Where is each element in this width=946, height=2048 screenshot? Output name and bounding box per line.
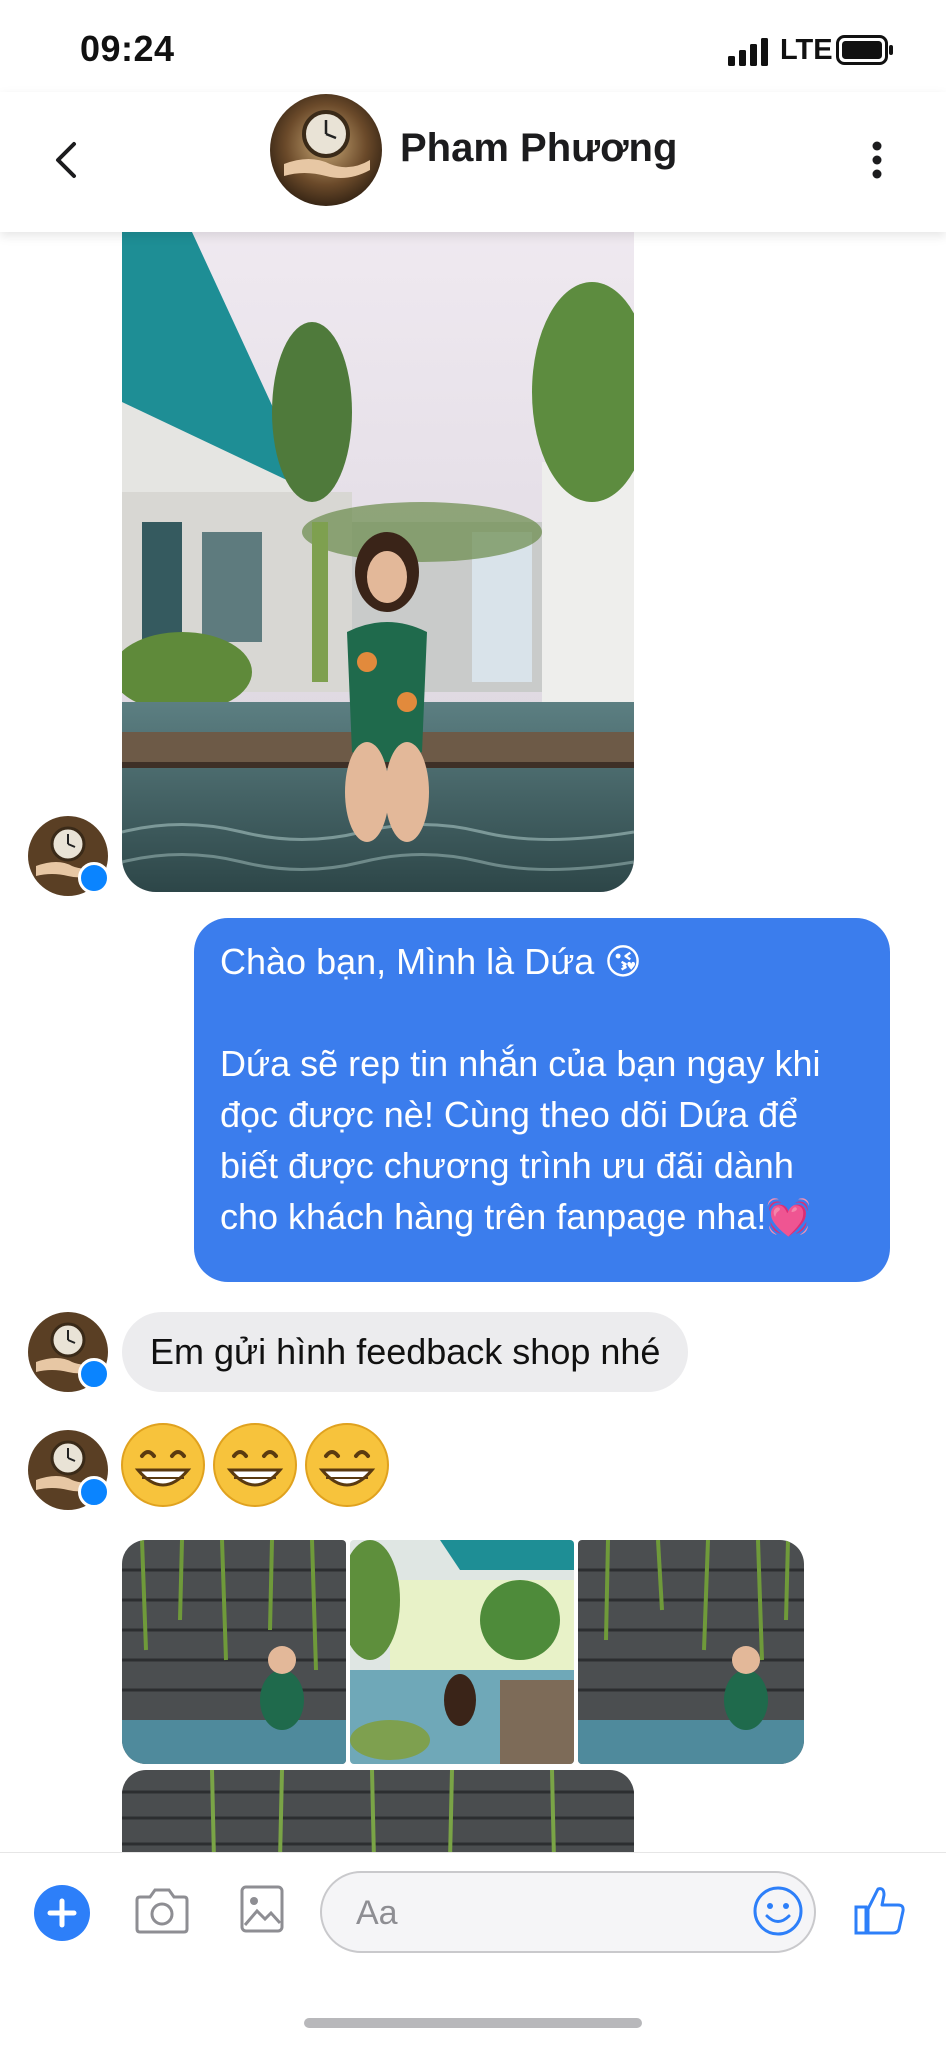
thumbs-up-icon[interactable]	[854, 1883, 906, 1937]
gallery-icon[interactable]	[240, 1883, 284, 1935]
message-line: cho khách hàng trên fanpage nha!💓	[220, 1196, 812, 1237]
messenger-badge-icon	[78, 1476, 110, 1508]
shared-photo-stone-wall-3[interactable]	[122, 1770, 634, 1852]
message-thread[interactable]: Chào bạn, Mình là Dứa 😘 Dứa sẽ rep tin n…	[0, 232, 946, 1852]
shared-photo-stone-wall-2[interactable]	[578, 1540, 804, 1764]
more-options-icon[interactable]	[862, 132, 892, 188]
contact-avatar[interactable]	[270, 94, 382, 206]
incoming-message-bubble[interactable]: Em gửi hình feedback shop nhé	[122, 1312, 689, 1392]
message-input[interactable]	[354, 1873, 738, 1953]
status-bar: 09:24 LTE	[0, 0, 946, 100]
message-composer	[0, 1852, 946, 1973]
grinning-face-icon	[121, 1423, 205, 1507]
conversation-header: Pham Phương	[0, 92, 946, 232]
contact-name[interactable]: Pham Phương	[400, 126, 677, 171]
status-time: 09:24	[80, 28, 175, 69]
shared-photo-stone-wall[interactable]	[122, 1540, 346, 1764]
camera-icon[interactable]	[134, 1885, 190, 1935]
emoji-picker-icon[interactable]	[752, 1885, 804, 1937]
messenger-badge-icon	[78, 1358, 110, 1390]
home-indicator[interactable]	[304, 2018, 642, 2028]
message-input-field[interactable]	[320, 1871, 816, 1953]
messenger-badge-icon	[78, 862, 110, 894]
message-line: Dứa sẽ rep tin nhắn của bạn ngay khi	[220, 1043, 821, 1084]
grinning-face-icon	[213, 1423, 297, 1507]
outgoing-message-bubble[interactable]: Chào bạn, Mình là Dứa 😘 Dứa sẽ rep tin n…	[194, 918, 890, 1282]
more-actions-button[interactable]	[34, 1885, 90, 1941]
back-chevron-icon[interactable]	[50, 132, 82, 188]
message-line: đọc được nè! Cùng theo dõi Dứa để	[220, 1094, 799, 1135]
message-line: biết được chương trình ưu đãi dành	[220, 1145, 794, 1186]
shared-photo-pool[interactable]	[122, 232, 634, 892]
network-type: LTE	[780, 34, 833, 66]
grinning-face-icon	[305, 1423, 389, 1507]
message-line: Chào bạn, Mình là Dứa 😘	[220, 941, 642, 982]
plus-icon	[47, 1898, 77, 1928]
cellular-signal-icon	[728, 38, 768, 66]
shared-photo-pool-mural[interactable]	[350, 1540, 574, 1764]
battery-icon	[836, 35, 893, 65]
emoji-message[interactable]	[120, 1422, 396, 1512]
